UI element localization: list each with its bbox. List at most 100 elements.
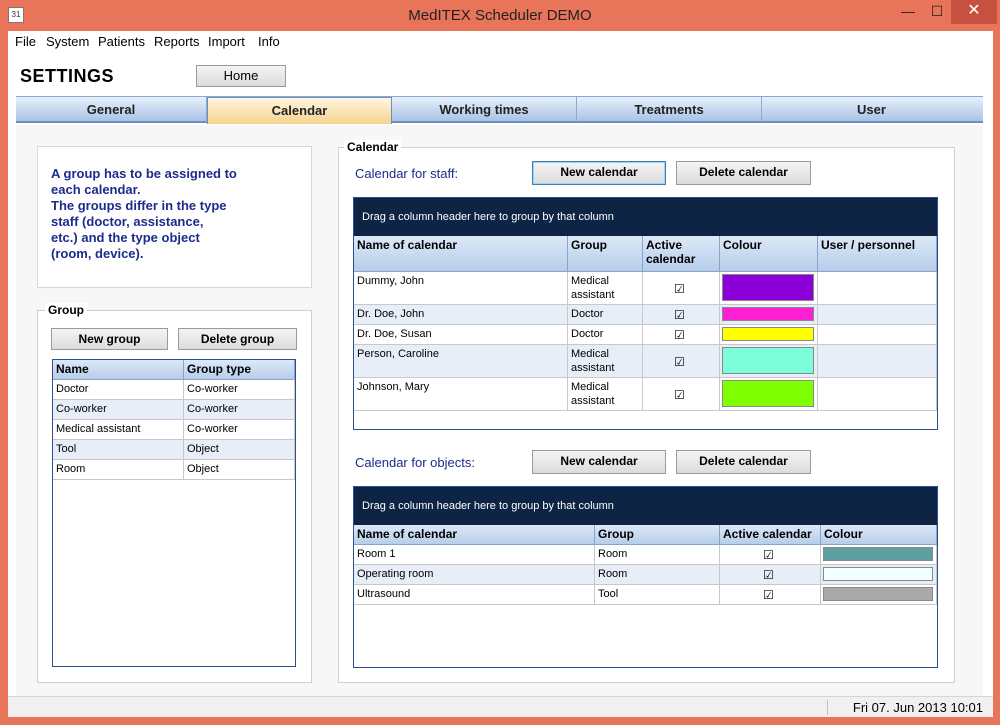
staff-row-group[interactable]: Medical assistant <box>568 345 643 378</box>
home-button[interactable]: Home <box>196 65 286 87</box>
object-col-name[interactable]: Name of calendar <box>354 525 595 545</box>
delete-group-button[interactable]: Delete group <box>178 328 297 350</box>
staff-col-group[interactable]: Group <box>568 236 643 272</box>
object-row-group[interactable]: Room <box>595 545 720 565</box>
staff-row-name[interactable]: Dr. Doe, John <box>354 305 568 325</box>
colour-swatch[interactable] <box>823 547 933 561</box>
object-row-colour[interactable] <box>821 545 937 565</box>
staff-row-colour[interactable] <box>720 325 818 345</box>
active-checkbox[interactable]: ☑ <box>674 329 685 341</box>
staff-row-active[interactable]: ☑ <box>643 325 720 345</box>
active-checkbox[interactable]: ☑ <box>763 589 774 601</box>
colour-swatch[interactable] <box>823 567 933 581</box>
staff-row-colour[interactable] <box>720 272 818 305</box>
colour-swatch[interactable] <box>823 587 933 601</box>
title-bar[interactable]: 31 MedITEX Scheduler DEMO — ☐ ✕ <box>0 0 1000 31</box>
menu-reports[interactable]: Reports <box>154 34 200 49</box>
group-table[interactable]: Name Group type Doctor Co-worker Co-worker… <box>52 359 296 667</box>
group-row-name[interactable]: Co-worker <box>53 400 184 420</box>
colour-swatch[interactable] <box>722 327 814 341</box>
staff-row-colour[interactable] <box>720 378 818 411</box>
close-button[interactable]: ✕ <box>951 0 997 24</box>
staff-row-name[interactable]: Person, Caroline <box>354 345 568 378</box>
group-row-type[interactable]: Co-worker <box>184 420 295 440</box>
group-row-name[interactable]: Room <box>53 460 184 480</box>
staff-row-user[interactable] <box>818 345 937 378</box>
menu-system[interactable]: System <box>46 34 89 49</box>
object-col-colour[interactable]: Colour <box>821 525 937 545</box>
menu-info[interactable]: Info <box>258 34 280 49</box>
delete-object-calendar-button[interactable]: Delete calendar <box>676 450 811 474</box>
staff-row-name[interactable]: Dummy, John <box>354 272 568 305</box>
object-row-name[interactable]: Room 1 <box>354 545 595 565</box>
staff-row-active[interactable]: ☑ <box>643 345 720 378</box>
object-col-active[interactable]: Active calendar <box>720 525 821 545</box>
staff-groupbar[interactable]: Drag a column header here to group by th… <box>354 198 937 236</box>
staff-row-active[interactable]: ☑ <box>643 272 720 305</box>
active-checkbox[interactable]: ☑ <box>674 389 685 401</box>
group-row-type[interactable]: Co-worker <box>184 400 295 420</box>
staff-col-user[interactable]: User / personnel <box>818 236 937 272</box>
group-col-type[interactable]: Group type <box>184 360 295 380</box>
object-row-group[interactable]: Room <box>595 565 720 585</box>
menu-import[interactable]: Import <box>208 34 245 49</box>
group-row-type[interactable]: Co-worker <box>184 380 295 400</box>
object-row-name[interactable]: Ultrasound <box>354 585 595 605</box>
object-row-active[interactable]: ☑ <box>720 565 821 585</box>
active-checkbox[interactable]: ☑ <box>674 356 685 368</box>
staff-row-group[interactable]: Medical assistant <box>568 272 643 305</box>
staff-row-user[interactable] <box>818 272 937 305</box>
staff-col-active[interactable]: Active calendar <box>643 236 720 272</box>
group-row-type[interactable]: Object <box>184 460 295 480</box>
maximize-button[interactable]: ☐ <box>924 0 950 24</box>
minimize-button[interactable]: — <box>893 0 923 24</box>
staff-row-active[interactable]: ☑ <box>643 378 720 411</box>
staff-row-group[interactable]: Doctor <box>568 325 643 345</box>
staff-col-colour[interactable]: Colour <box>720 236 818 272</box>
active-checkbox[interactable]: ☑ <box>763 569 774 581</box>
staff-row-name[interactable]: Dr. Doe, Susan <box>354 325 568 345</box>
object-row-active[interactable]: ☑ <box>720 545 821 565</box>
new-staff-calendar-button[interactable]: New calendar <box>532 161 666 185</box>
group-col-name[interactable]: Name <box>53 360 184 380</box>
tab-general[interactable]: General <box>16 97 207 122</box>
new-group-button[interactable]: New group <box>51 328 168 350</box>
object-col-group[interactable]: Group <box>595 525 720 545</box>
menu-patients[interactable]: Patients <box>98 34 145 49</box>
group-row-name[interactable]: Tool <box>53 440 184 460</box>
staff-row-user[interactable] <box>818 325 937 345</box>
staff-col-name[interactable]: Name of calendar <box>354 236 568 272</box>
colour-swatch[interactable] <box>722 347 814 374</box>
menu-file[interactable]: File <box>15 34 36 49</box>
colour-swatch[interactable] <box>722 274 814 301</box>
tab-user[interactable]: User <box>762 97 981 122</box>
delete-staff-calendar-button[interactable]: Delete calendar <box>676 161 811 185</box>
staff-row-user[interactable] <box>818 378 937 411</box>
tab-calendar[interactable]: Calendar <box>207 97 392 124</box>
object-row-group[interactable]: Tool <box>595 585 720 605</box>
object-row-colour[interactable] <box>821 565 937 585</box>
tab-working-times[interactable]: Working times <box>392 97 577 122</box>
object-groupbar[interactable]: Drag a column header here to group by th… <box>354 487 937 525</box>
staff-row-colour[interactable] <box>720 305 818 325</box>
object-row-active[interactable]: ☑ <box>720 585 821 605</box>
new-object-calendar-button[interactable]: New calendar <box>532 450 666 474</box>
active-checkbox[interactable]: ☑ <box>674 283 685 295</box>
object-row-colour[interactable] <box>821 585 937 605</box>
tab-treatments[interactable]: Treatments <box>577 97 762 122</box>
object-row-name[interactable]: Operating room <box>354 565 595 585</box>
staff-row-active[interactable]: ☑ <box>643 305 720 325</box>
colour-swatch[interactable] <box>722 380 814 407</box>
group-row-type[interactable]: Object <box>184 440 295 460</box>
colour-swatch[interactable] <box>722 307 814 321</box>
staff-row-user[interactable] <box>818 305 937 325</box>
staff-row-colour[interactable] <box>720 345 818 378</box>
object-calendar-table[interactable]: Drag a column header here to group by th… <box>353 486 938 668</box>
staff-row-name[interactable]: Johnson, Mary <box>354 378 568 411</box>
group-row-name[interactable]: Doctor <box>53 380 184 400</box>
staff-row-group[interactable]: Medical assistant <box>568 378 643 411</box>
active-checkbox[interactable]: ☑ <box>763 549 774 561</box>
group-row-name[interactable]: Medical assistant <box>53 420 184 440</box>
active-checkbox[interactable]: ☑ <box>674 309 685 321</box>
staff-row-group[interactable]: Doctor <box>568 305 643 325</box>
